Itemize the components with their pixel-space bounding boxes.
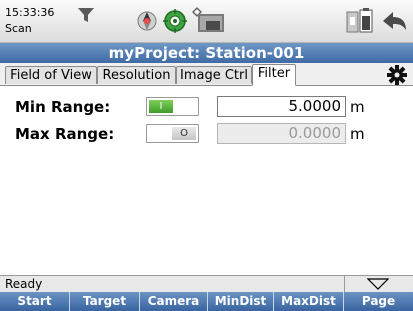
camera-button[interactable]: Camera xyxy=(140,292,208,311)
tab-resolution[interactable]: Resolution xyxy=(97,66,176,84)
page-button[interactable]: Page xyxy=(344,292,413,311)
tab-image-ctrl[interactable]: Image Ctrl xyxy=(176,66,252,84)
target-button[interactable]: Target xyxy=(70,292,140,311)
gear-icon[interactable] xyxy=(387,65,407,85)
window-title: myProject: Station-001 xyxy=(0,43,413,63)
scanner-screen: 15:33:36 Scan myProject: Station-001 Fie… xyxy=(0,0,413,311)
tab-bar: Field of View Resolution Image Ctrl Filt… xyxy=(0,63,413,86)
max-range-toggle[interactable]: O xyxy=(146,124,199,143)
divider xyxy=(344,276,345,292)
mode-label: Scan xyxy=(5,22,32,35)
min-range-toggle[interactable]: I xyxy=(146,97,199,116)
status-text: Ready xyxy=(5,277,43,291)
filter-icon[interactable] xyxy=(77,7,95,23)
tab-filter[interactable]: Filter xyxy=(252,64,296,86)
min-range-label: Min Range: xyxy=(15,98,111,116)
level-bubble-icon[interactable] xyxy=(163,9,187,33)
triangle-down-icon[interactable] xyxy=(367,278,389,290)
prism-target-icon[interactable] xyxy=(136,10,158,32)
softkey-bar: Start Target Camera MinDist MaxDist Page xyxy=(0,292,413,311)
battery-memory-icon[interactable] xyxy=(346,8,374,34)
status-line: Ready xyxy=(0,275,413,292)
max-range-input: 0.0000 xyxy=(217,123,346,144)
min-range-unit: m xyxy=(350,98,365,116)
max-range-unit: m xyxy=(350,125,365,143)
mindist-button[interactable]: MinDist xyxy=(208,292,274,311)
start-button[interactable]: Start xyxy=(0,292,70,311)
toggle-on-indicator: I xyxy=(149,100,173,113)
toggle-off-indicator: O xyxy=(172,127,196,140)
min-range-input[interactable]: 5.0000 xyxy=(217,96,346,117)
max-range-label: Max Range: xyxy=(15,125,115,143)
status-bar: 15:33:36 Scan xyxy=(0,0,413,43)
clock: 15:33:36 xyxy=(5,6,55,19)
camera-view-icon[interactable] xyxy=(197,13,225,33)
back-arrow-icon[interactable] xyxy=(381,10,408,32)
tab-field-of-view[interactable]: Field of View xyxy=(5,66,97,84)
maxdist-button[interactable]: MaxDist xyxy=(274,292,344,311)
